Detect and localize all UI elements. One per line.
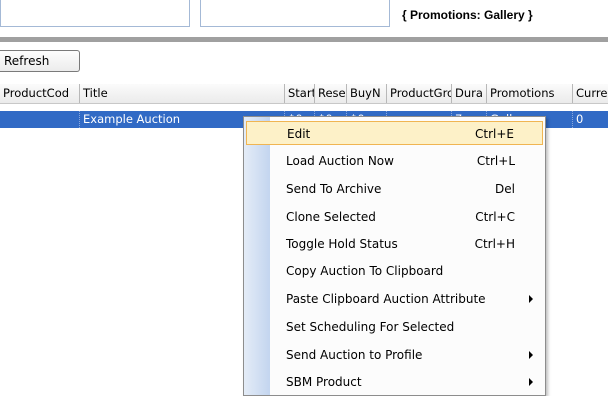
menu-item-label: SBM Product xyxy=(286,375,362,389)
column-header-productcode[interactable]: ProductCod xyxy=(0,84,80,103)
refresh-button[interactable]: Refresh xyxy=(0,50,80,72)
menu-item-sbm-product[interactable]: SBM Product xyxy=(246,370,543,394)
column-header-title[interactable]: Title xyxy=(80,84,285,103)
context-menu: Edit Ctrl+E Load Auction Now Ctrl+L Send… xyxy=(243,116,546,396)
menu-item-shortcut: Ctrl+C xyxy=(475,210,515,224)
column-header-buynow[interactable]: BuyN xyxy=(347,84,387,103)
menu-item-copy-auction-to-clipboard[interactable]: Copy Auction To Clipboard xyxy=(246,259,543,283)
column-header-start[interactable]: Start xyxy=(285,84,315,103)
column-header-duration[interactable]: Dura xyxy=(452,84,487,103)
cell-productcode xyxy=(0,111,80,128)
menu-item-shortcut: Ctrl+E xyxy=(475,127,514,141)
promotions-filter-label: { Promotions: Gallery } xyxy=(402,8,533,22)
menu-item-clone-selected[interactable]: Clone Selected Ctrl+C xyxy=(246,205,543,229)
column-header-current[interactable]: Curre xyxy=(573,84,608,103)
menu-item-label: Toggle Hold Status xyxy=(286,237,398,251)
submenu-arrow-icon xyxy=(529,351,533,359)
menu-item-send-to-archive[interactable]: Send To Archive Del xyxy=(246,177,543,201)
menu-item-label: Load Auction Now xyxy=(286,154,394,168)
menu-item-load-auction-now[interactable]: Load Auction Now Ctrl+L xyxy=(246,149,543,173)
menu-item-label: Send Auction to Profile xyxy=(286,348,423,362)
panel-divider[interactable] xyxy=(0,37,608,42)
menu-item-shortcut: Ctrl+H xyxy=(474,237,515,251)
menu-item-send-auction-to-profile[interactable]: Send Auction to Profile xyxy=(246,343,543,367)
submenu-arrow-icon xyxy=(529,378,533,386)
filter-field-1[interactable] xyxy=(0,0,190,27)
menu-item-set-scheduling-for-selected[interactable]: Set Scheduling For Selected xyxy=(246,315,543,339)
grid-header: ProductCod Title Start Rese BuyN Product… xyxy=(0,84,608,104)
filter-field-2[interactable] xyxy=(200,0,390,27)
cell-current: 0 xyxy=(576,112,584,126)
submenu-arrow-icon xyxy=(529,295,533,303)
menu-item-label: Paste Clipboard Auction Attribute xyxy=(286,292,486,306)
menu-item-label: Edit xyxy=(287,127,311,141)
menu-item-shortcut: Del xyxy=(495,182,515,196)
menu-item-label: Send To Archive xyxy=(286,182,382,196)
menu-item-toggle-hold-status[interactable]: Toggle Hold Status Ctrl+H xyxy=(246,232,543,256)
menu-item-paste-clipboard-auction-attribute[interactable]: Paste Clipboard Auction Attribute xyxy=(246,287,543,311)
menu-item-edit[interactable]: Edit Ctrl+E xyxy=(246,121,543,145)
menu-item-shortcut: Ctrl+L xyxy=(476,154,515,168)
column-header-productgroup[interactable]: ProductGro xyxy=(387,84,452,103)
column-header-promotions[interactable]: Promotions xyxy=(487,84,573,103)
menu-item-label: Copy Auction To Clipboard xyxy=(286,264,444,278)
menu-item-label: Clone Selected xyxy=(286,210,376,224)
column-header-reserve[interactable]: Rese xyxy=(315,84,347,103)
menu-item-label: Set Scheduling For Selected xyxy=(286,320,455,334)
